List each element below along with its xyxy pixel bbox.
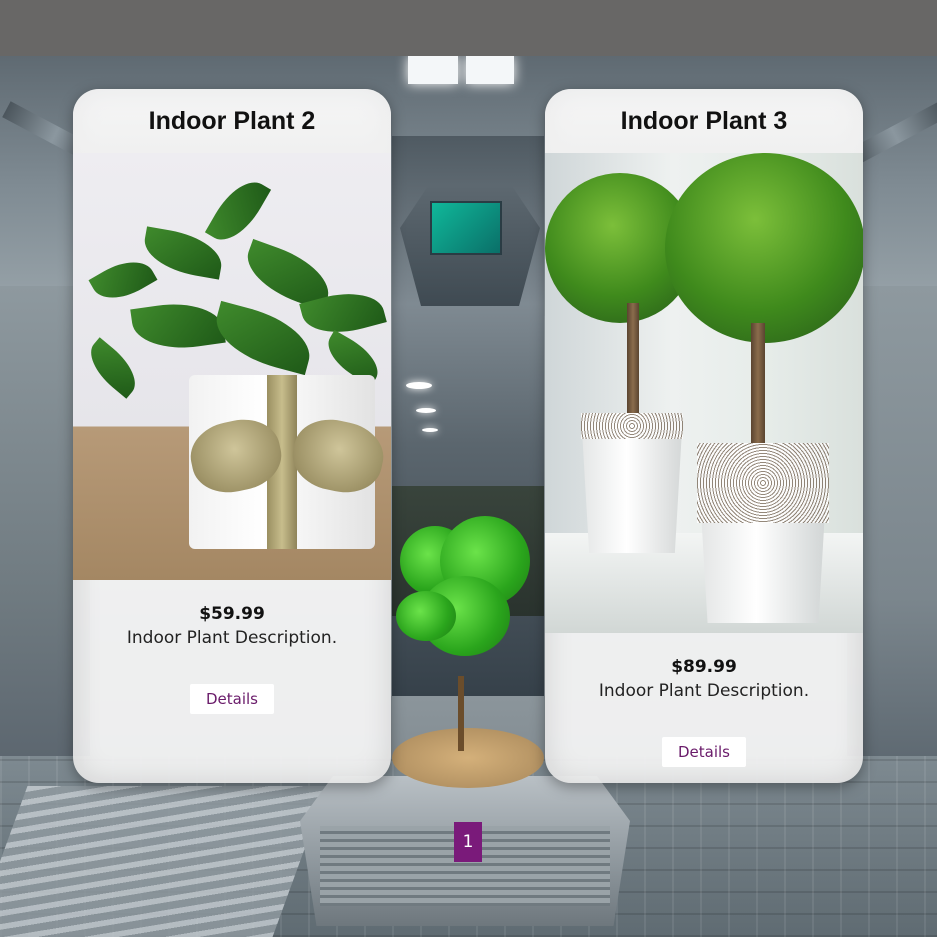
product-info: $59.99 Indoor Plant Description. Details: [73, 580, 391, 714]
details-button[interactable]: Details: [189, 684, 274, 714]
product-image: [73, 153, 391, 580]
corridor-lamp: [422, 428, 438, 432]
ceiling-light: [466, 56, 514, 84]
screen-display: [430, 201, 502, 255]
leaf: [80, 337, 146, 399]
product-info: $89.99 Indoor Plant Description. Details: [545, 633, 863, 767]
floor-grate: [0, 786, 328, 937]
product-card: Indoor Plant 2 $59.99 Indoor Plant Descr…: [73, 89, 391, 783]
tree-stem: [751, 323, 765, 453]
product-price: $89.99: [671, 657, 737, 677]
product-description: Indoor Plant Description.: [598, 681, 810, 701]
lace-trim: [581, 413, 683, 439]
pagination-page-button[interactable]: 1: [454, 822, 482, 862]
leaf: [204, 171, 272, 251]
product-description: Indoor Plant Description.: [126, 628, 338, 648]
tree-stem: [627, 303, 639, 423]
lace-trim: [697, 443, 829, 523]
tree-foliage: [396, 591, 456, 641]
leaf: [130, 296, 226, 356]
leaf: [88, 250, 158, 310]
corridor-lamp: [406, 382, 432, 389]
tree-canopy: [665, 153, 863, 343]
product-title: Indoor Plant 3: [545, 89, 863, 153]
ceiling-light: [408, 56, 458, 84]
corridor-lamp: [416, 408, 436, 413]
product-image: [545, 153, 863, 633]
product-title: Indoor Plant 2: [73, 89, 391, 153]
tree-trunk: [458, 676, 464, 751]
product-price: $59.99: [199, 604, 265, 624]
product-card: Indoor Plant 3 $89.99 Indoor Plant Descr…: [545, 89, 863, 783]
planter-soil: [392, 728, 544, 788]
top-bar: [0, 0, 937, 56]
details-button[interactable]: Details: [661, 737, 746, 767]
